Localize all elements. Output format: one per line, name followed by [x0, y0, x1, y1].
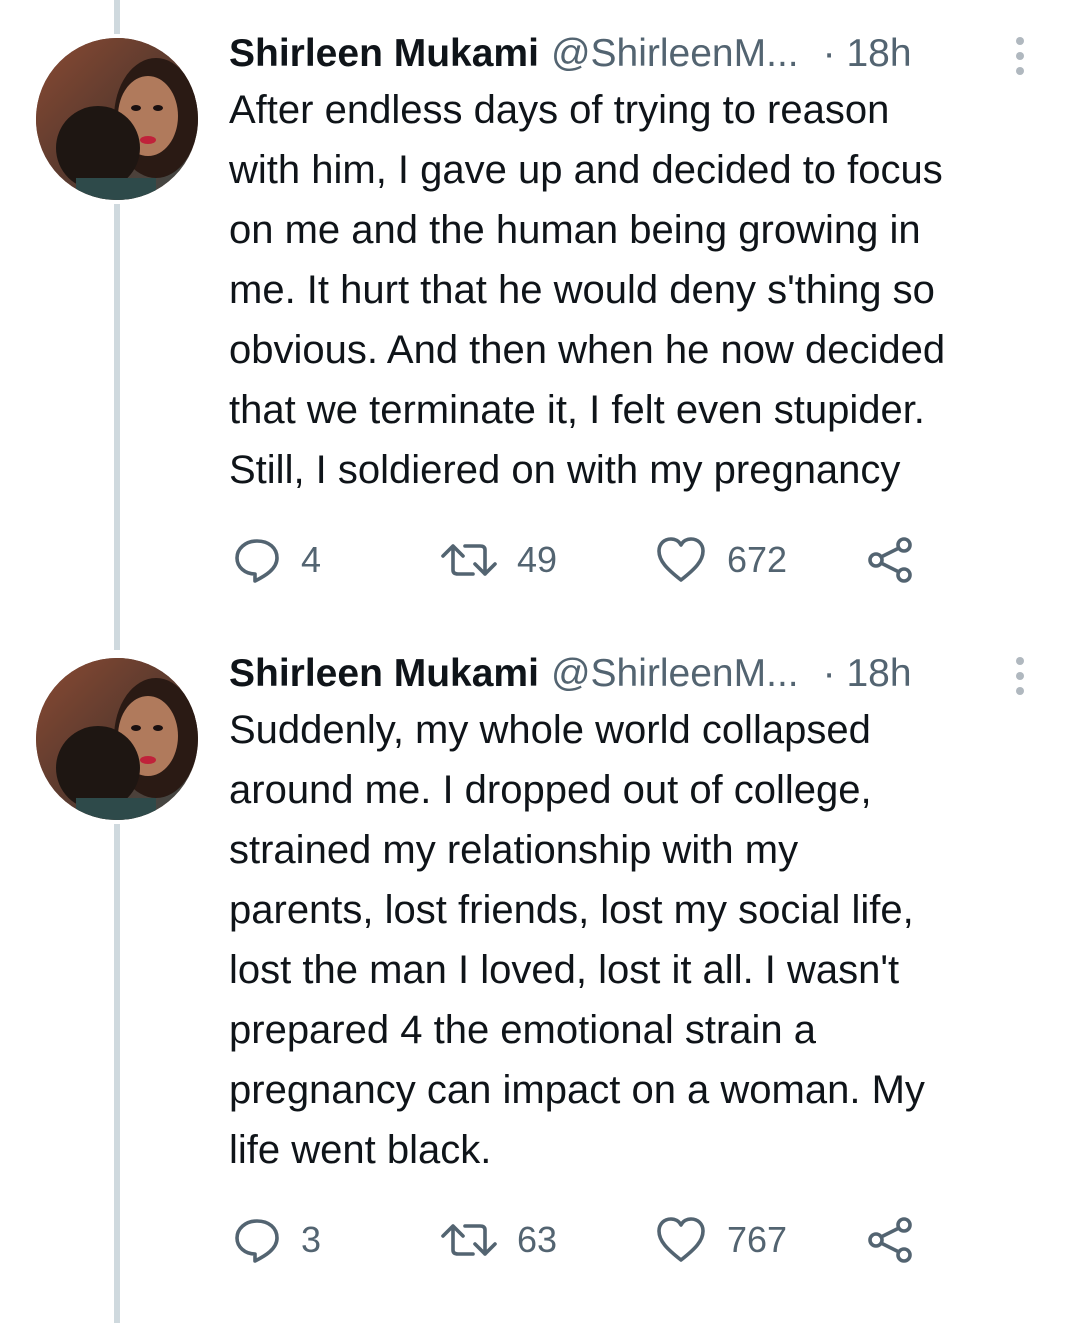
retweet-icon: [441, 1216, 497, 1264]
retweet-count: 49: [517, 539, 558, 580]
reply-bubble-icon: [233, 536, 281, 584]
heart-icon: [655, 536, 707, 584]
like-count: 672: [727, 539, 788, 580]
more-vertical-icon[interactable]: [1008, 36, 1032, 76]
like-button[interactable]: 767: [655, 1210, 787, 1270]
avatar[interactable]: [36, 658, 198, 820]
share-icon: [867, 536, 915, 584]
tweet[interactable]: Shirleen Mukami @ShirleenM... · 18h Afte…: [0, 24, 1080, 604]
tweet-text: After endless days of trying to reason w…: [229, 88, 946, 492]
share-button[interactable]: [867, 1210, 915, 1270]
tweet[interactable]: Shirleen Mukami @ShirleenM... · 18h Sudd…: [0, 644, 1080, 1304]
reply-count: 4: [301, 539, 322, 580]
reply-bubble-icon: [233, 1216, 281, 1264]
reply-button[interactable]: 3: [233, 1210, 321, 1270]
tweet-header: Shirleen Mukami @ShirleenM... · 18h: [229, 24, 912, 84]
tweet-actions: 4 49 672: [229, 530, 929, 590]
timestamp[interactable]: · 18h: [823, 644, 912, 704]
timestamp[interactable]: · 18h: [823, 24, 912, 84]
share-icon: [867, 1216, 915, 1264]
like-button[interactable]: 672: [655, 530, 787, 590]
tweet-actions: 3 63 767: [229, 1210, 929, 1270]
author-handle[interactable]: @ShirleenM...: [551, 644, 799, 704]
author-name[interactable]: Shirleen Mukami: [229, 644, 539, 704]
heart-icon: [655, 1216, 707, 1264]
avatar[interactable]: [36, 38, 198, 200]
tweet-header: Shirleen Mukami @ShirleenM... · 18h: [229, 644, 912, 704]
reply-count: 3: [301, 1219, 322, 1260]
tweet-text: Suddenly, my whole world collapsed aroun…: [229, 708, 925, 1172]
like-count: 767: [727, 1219, 788, 1260]
retweet-count: 63: [517, 1219, 558, 1260]
retweet-button[interactable]: 49: [441, 530, 557, 590]
more-vertical-icon[interactable]: [1008, 656, 1032, 696]
author-handle[interactable]: @ShirleenM...: [551, 24, 799, 84]
retweet-button[interactable]: 63: [441, 1210, 557, 1270]
share-button[interactable]: [867, 530, 915, 590]
retweet-icon: [441, 536, 497, 584]
reply-button[interactable]: 4: [233, 530, 321, 590]
author-name[interactable]: Shirleen Mukami: [229, 24, 539, 84]
